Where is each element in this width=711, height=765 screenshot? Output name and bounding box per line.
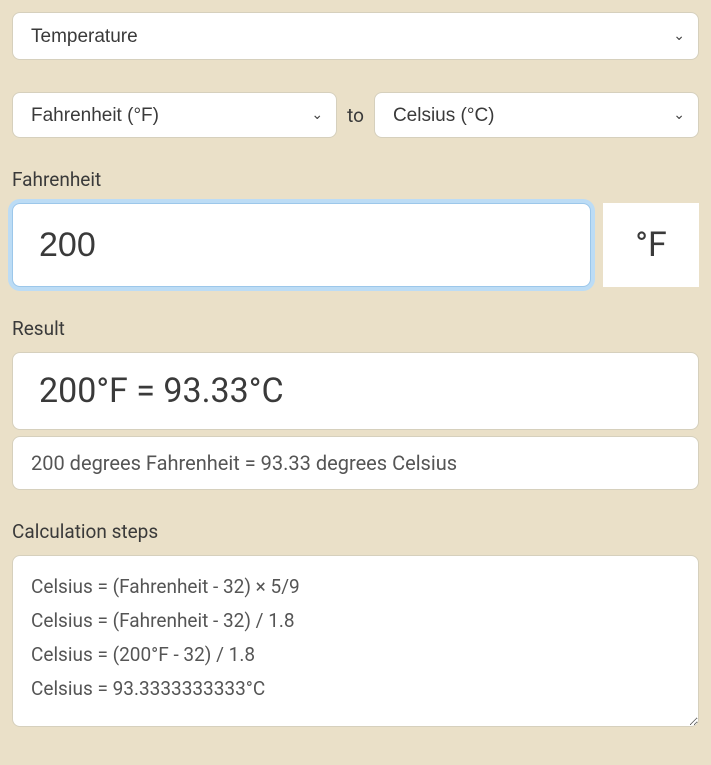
step-line: Celsius = (200°F - 32) / 1.8 (31, 638, 680, 672)
result-label: Result (12, 317, 699, 340)
result-section: Result 200°F = 93.33°C 200 degrees Fahre… (12, 317, 699, 490)
step-line: Celsius = (Fahrenheit - 32) × 5/9 (31, 570, 680, 604)
calculation-steps-box[interactable]: Celsius = (Fahrenheit - 32) × 5/9 Celsiu… (12, 555, 699, 727)
input-label: Fahrenheit (12, 168, 699, 191)
to-label: to (347, 104, 364, 127)
value-input[interactable] (12, 203, 591, 287)
input-section: Fahrenheit °F (12, 168, 699, 287)
step-line: Celsius = (Fahrenheit - 32) / 1.8 (31, 604, 680, 638)
to-unit-select[interactable]: Celsius (°C) (374, 92, 699, 138)
result-main: 200°F = 93.33°C (12, 352, 699, 430)
step-line: Celsius = 93.3333333333°C (31, 672, 680, 706)
input-row: °F (12, 203, 699, 287)
steps-label: Calculation steps (12, 520, 699, 543)
from-unit-select[interactable]: Fahrenheit (°F) (12, 92, 337, 138)
category-select[interactable]: Temperature (12, 12, 699, 60)
unit-pair-row: Fahrenheit (°F) ⌄ to Celsius (°C) ⌄ (12, 92, 699, 138)
to-unit-select-wrap: Celsius (°C) ⌄ (374, 92, 699, 138)
category-select-wrap: Temperature ⌄ (12, 12, 699, 60)
unit-suffix: °F (603, 203, 699, 287)
from-unit-select-wrap: Fahrenheit (°F) ⌄ (12, 92, 337, 138)
steps-section: Calculation steps Celsius = (Fahrenheit … (12, 520, 699, 727)
result-sub: 200 degrees Fahrenheit = 93.33 degrees C… (12, 436, 699, 490)
